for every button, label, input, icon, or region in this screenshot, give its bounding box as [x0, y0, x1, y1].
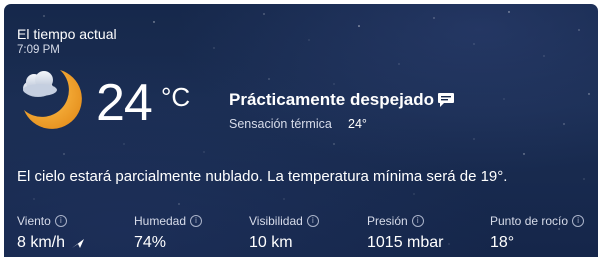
current-temperature: 24 — [96, 74, 153, 132]
metric-label: Presión — [367, 214, 408, 228]
metric-humidity[interactable]: Humedad i 74% — [134, 214, 203, 252]
condition-text: Prácticamente despejado — [229, 90, 435, 109]
metric-value: 10 km — [249, 234, 293, 251]
forecast-summary: El cielo estará parcialmente nublado. La… — [17, 168, 508, 185]
metric-pressure[interactable]: Presión i 1015 mbar — [367, 214, 444, 252]
metric-value: 8 km/h — [17, 234, 66, 251]
info-icon[interactable]: i — [572, 215, 585, 227]
metric-label: Humedad — [134, 214, 187, 228]
update-time: 7:09 PM — [17, 44, 60, 56]
metric-dew-point[interactable]: Punto de rocío i 18° — [490, 214, 585, 252]
info-icon[interactable]: i — [411, 215, 424, 227]
metric-value: 1015 mbar — [367, 234, 444, 251]
metric-label: Visibilidad — [249, 214, 303, 228]
message-icon[interactable] — [437, 92, 455, 108]
feels-like-label: Sensación térmica — [229, 117, 332, 131]
metric-value: 18° — [490, 234, 515, 251]
current-weather-card: El tiempo actual 7:09 PM 24 °C Prácticam… — [4, 4, 598, 257]
metric-value: 74% — [134, 234, 167, 251]
info-icon[interactable]: i — [306, 215, 319, 227]
temperature-unit: °C — [161, 82, 191, 112]
metric-wind[interactable]: Viento i 8 km/h — [17, 214, 85, 252]
metric-label: Viento — [17, 214, 51, 228]
metric-label: Punto de rocío — [490, 214, 569, 228]
wind-direction-arrow-icon — [72, 239, 85, 248]
metric-visibility[interactable]: Visibilidad i 10 km — [249, 214, 319, 252]
info-icon[interactable]: i — [190, 215, 203, 227]
feels-like-value: 24° — [348, 117, 367, 131]
partly-cloudy-night-icon — [23, 70, 82, 129]
info-icon[interactable]: i — [54, 215, 67, 227]
card-title: El tiempo actual — [17, 26, 117, 42]
